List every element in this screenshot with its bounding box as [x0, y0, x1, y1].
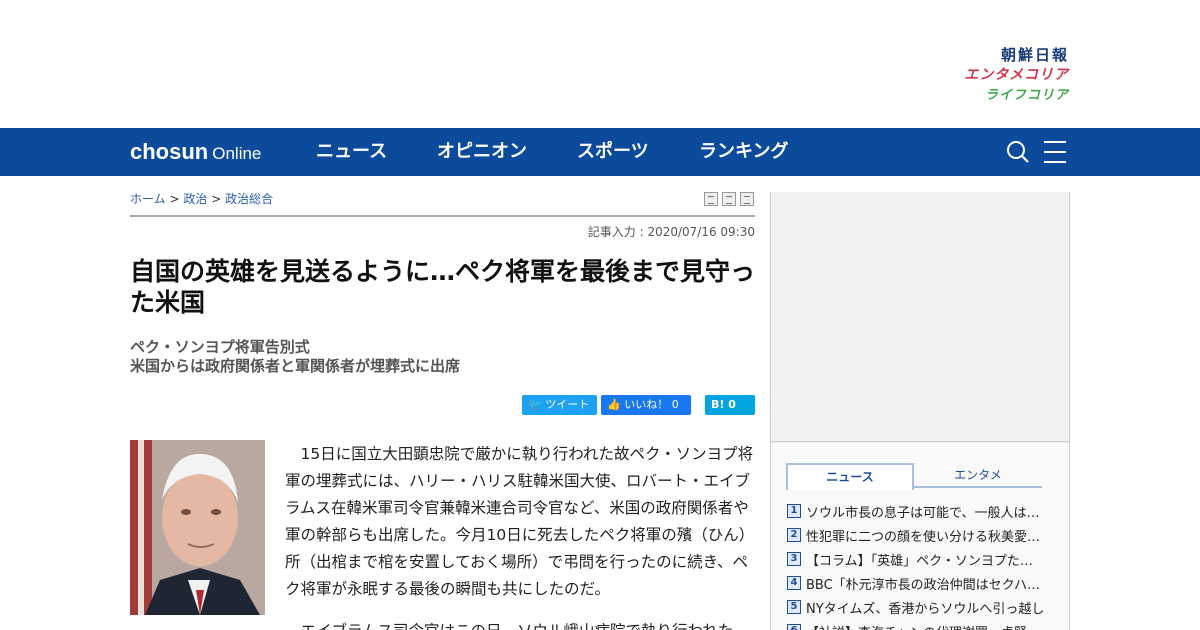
ranking-tabs: ニュース エンタメ — [786, 463, 1042, 490]
nav-item-news[interactable]: ニュース — [316, 128, 387, 176]
article-title: 自国の英雄を見送るように…ペク将軍を最後まで見守った米国 — [130, 257, 756, 317]
nav-item-opinion[interactable]: オピニオン — [437, 128, 527, 176]
life-korea-link[interactable]: ライフコリア — [964, 86, 1069, 106]
breadcrumb-separator: > — [211, 192, 222, 206]
rank-number: 5 — [787, 600, 801, 614]
breadcrumb-separator: > — [169, 192, 180, 206]
top-header: 朝鮮日報 エンタメコリア ライフコリア — [0, 0, 1200, 128]
ad-slot — [771, 192, 1069, 442]
list-item[interactable]: 3 【コラム】「英雄」ペク・ソンヨプた… — [787, 547, 1057, 571]
rank-number: 2 — [787, 528, 801, 542]
ranking-box: ニュース エンタメ 1 ソウル市長の息子は可能で、一般人は… 2 性犯罪に二つの顔を… — [771, 443, 1069, 630]
breadcrumb: ホーム > 政治 > 政治総合 — [130, 190, 273, 207]
article-paragraph-2: エイブラムス司令官はこの日、ソウル峨山病院で執り行われた — [285, 618, 755, 630]
rank-headline[interactable]: BBC「朴元淳市長の政治仲間はセクハ… — [806, 574, 1040, 593]
list-item[interactable]: 6 【社説】李海チャンの代理謝罪、卓賢… — [787, 619, 1057, 630]
rank-headline[interactable]: 【社説】李海チャンの代理謝罪、卓賢… — [806, 622, 1040, 630]
logo-light-text: Online — [212, 144, 262, 163]
list-item[interactable]: 2 性犯罪に二つの顔を使い分ける秋美愛… — [787, 523, 1057, 547]
article-date: 記事入力 : 2020/07/16 09:30 — [587, 225, 755, 239]
sidebar: ニュース エンタメ 1 ソウル市長の息子は可能で、一般人は… 2 性犯罪に二つの顔を… — [770, 192, 1070, 630]
tab-news[interactable]: ニュース — [786, 463, 914, 490]
article-photo — [130, 440, 265, 615]
divider — [130, 215, 755, 217]
rank-headline[interactable]: 【コラム】「英雄」ペク・ソンヨプた… — [806, 550, 1033, 569]
rank-headline[interactable]: 性犯罪に二つの顔を使い分ける秋美愛… — [806, 526, 1040, 545]
rank-number: 3 — [787, 552, 801, 566]
tweet-button[interactable]: 🐦 ツイート — [522, 395, 597, 415]
facebook-like-button[interactable]: 👍 いいね！ 0 — [601, 395, 691, 415]
tweet-label: ツイート — [545, 398, 590, 411]
text-size-icon[interactable] — [722, 192, 736, 206]
ranking-list: 1 ソウル市長の息子は可能で、一般人は… 2 性犯罪に二つの顔を使い分ける秋美愛… … — [787, 499, 1057, 630]
rank-number: 6 — [787, 624, 801, 630]
rank-number: 1 — [787, 504, 801, 518]
like-label: いいね！ 0 — [624, 398, 679, 411]
nav-item-sports[interactable]: スポーツ — [577, 128, 649, 176]
tab-entame[interactable]: エンタメ — [914, 463, 1042, 488]
hamburger-menu-icon[interactable] — [1044, 141, 1066, 163]
social-share-buttons: 🐦 ツイート 👍 いいね！ 0 B! 0 — [522, 395, 759, 415]
article-tools — [704, 192, 754, 206]
article-subtitle: ペク・ソンヨプ将軍告別式 米国からは政府関係者と軍関係者が埋葬式に出席 — [130, 338, 755, 376]
main-nav: chosun Online ニュース オピニオン スポーツ ランキング — [0, 128, 1200, 176]
article-paragraph-1: 15日に国立大田顕忠院で厳かに執り行われた故ペク・ソンヨプ将軍の埋葬式には、ハリ… — [285, 445, 755, 598]
breadcrumb-politics-general[interactable]: 政治総合 — [225, 192, 273, 206]
brand-links: 朝鮮日報 エンタメコリア ライフコリア — [964, 44, 1069, 106]
back-icon[interactable] — [740, 192, 754, 206]
breadcrumb-politics[interactable]: 政治 — [183, 192, 207, 206]
chosun-online-logo[interactable]: chosun Online — [130, 139, 261, 165]
hatena-bookmark-button[interactable]: B! 0 — [705, 395, 755, 415]
breadcrumb-home[interactable]: ホーム — [130, 192, 166, 206]
rank-number: 4 — [787, 576, 801, 590]
list-item[interactable]: 5 NYタイムズ、香港からソウルへ引っ越し — [787, 595, 1057, 619]
chosun-ilbo-link[interactable]: 朝鮮日報 — [964, 44, 1069, 64]
rank-headline[interactable]: NYタイムズ、香港からソウルへ引っ越し — [806, 598, 1044, 617]
twitter-icon: 🐦 — [528, 398, 542, 411]
print-icon[interactable] — [704, 192, 718, 206]
nav-item-ranking[interactable]: ランキング — [699, 128, 788, 176]
search-icon[interactable] — [1006, 140, 1030, 164]
logo-bold-text: chosun — [130, 139, 209, 164]
list-item[interactable]: 4 BBC「朴元淳市長の政治仲間はセクハ… — [787, 571, 1057, 595]
subtitle-line-2: 米国からは政府関係者と軍関係者が埋葬式に出席 — [130, 357, 461, 375]
rank-headline[interactable]: ソウル市長の息子は可能で、一般人は… — [806, 502, 1039, 521]
list-item[interactable]: 1 ソウル市長の息子は可能で、一般人は… — [787, 499, 1057, 523]
entame-korea-link[interactable]: エンタメコリア — [964, 64, 1069, 86]
subtitle-line-1: ペク・ソンヨプ将軍告別式 — [130, 338, 310, 356]
thumbs-up-icon: 👍 — [607, 398, 621, 411]
